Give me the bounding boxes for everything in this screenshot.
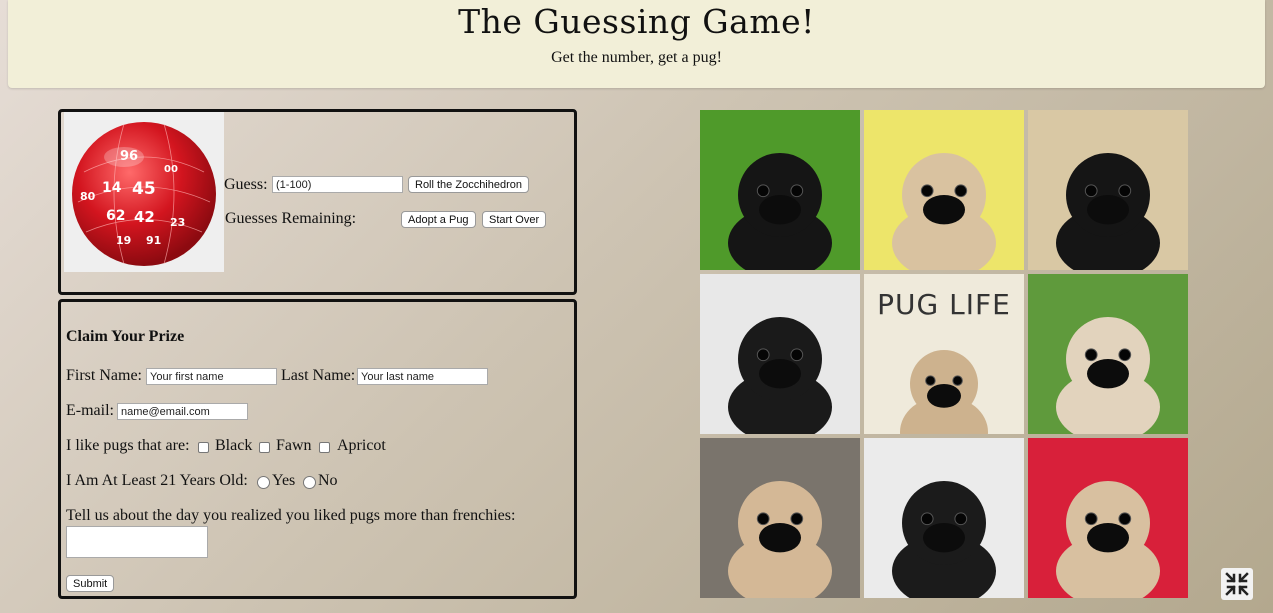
pug-party-hat-arm-photo (864, 438, 1024, 598)
svg-text:00: 00 (164, 164, 178, 175)
guesses-remaining-label: Guesses Remaining: (225, 210, 357, 227)
page-title: The Guessing Game! (458, 2, 815, 41)
page-subtitle: Get the number, get a pug! (551, 49, 722, 66)
guess-label: Guess: (224, 176, 268, 193)
fawn-puppy-grass-photo (1028, 274, 1188, 434)
svg-text:14: 14 (102, 180, 122, 196)
fawn-pug-yellow-toy-photo (864, 110, 1024, 270)
likes-label: I like pugs that are: (66, 437, 190, 454)
black-pug-grass-photo (700, 110, 860, 270)
svg-text:62: 62 (106, 208, 125, 224)
age-yes-label: Yes (272, 472, 296, 489)
black-pug-tongue-photo (1028, 110, 1188, 270)
svg-text:91: 91 (146, 234, 161, 247)
svg-text:80: 80 (80, 190, 96, 203)
black-checkbox[interactable] (198, 442, 209, 453)
story-textarea[interactable] (66, 526, 208, 558)
apricot-checkbox[interactable] (319, 442, 330, 453)
page-header: The Guessing Game! Get the number, get a… (8, 0, 1265, 88)
svg-text:45: 45 (132, 179, 156, 199)
svg-text:19: 19 (116, 234, 131, 247)
age-no-radio[interactable] (303, 476, 316, 489)
email-field[interactable] (117, 403, 248, 420)
last-name-field[interactable] (357, 368, 488, 385)
apricot-option-label: Apricot (337, 437, 386, 454)
roll-button[interactable]: Roll the Zocchihedron (408, 176, 530, 193)
pug-bowtie-red-photo (1028, 438, 1188, 598)
age-no-label: No (318, 472, 338, 489)
last-name-label: Last Name: (281, 367, 356, 384)
svg-text:42: 42 (134, 208, 155, 226)
pug-life-text: PUG LIFE (877, 288, 1011, 321)
first-name-field[interactable] (146, 368, 277, 385)
fawn-option-label: Fawn (276, 437, 312, 454)
adopt-pug-button[interactable]: Adopt a Pug (401, 211, 476, 228)
fawn-checkbox[interactable] (259, 442, 270, 453)
story-label: Tell us about the day you realized you l… (66, 507, 516, 524)
submit-button[interactable]: Submit (66, 575, 115, 592)
guess-input[interactable] (272, 176, 403, 193)
email-label: E-mail: (66, 402, 114, 419)
age-yes-radio[interactable] (257, 476, 270, 489)
pug-gallery: PUG LIFE (700, 110, 1188, 598)
black-pug-tilted-head-photo (700, 274, 860, 434)
pug-life-hoodie-photo: PUG LIFE (864, 274, 1024, 434)
svg-text:23: 23 (170, 216, 185, 229)
minimize-icon[interactable] (1221, 568, 1253, 600)
start-over-button[interactable]: Start Over (482, 211, 547, 228)
age-label: I Am At Least 21 Years Old: (66, 472, 248, 489)
black-option-label: Black (215, 437, 253, 454)
pug-fence-photo (700, 438, 860, 598)
first-name-label: First Name: (66, 367, 142, 384)
prize-form: Claim Your Prize First Name: Last Name: … (58, 299, 577, 599)
guessing-panel: 96 14 45 62 42 19 91 23 80 00 Guess: Rol… (58, 109, 577, 295)
zocchihedron-dice-image: 96 14 45 62 42 19 91 23 80 00 (64, 112, 224, 272)
prize-heading: Claim Your Prize (66, 328, 185, 345)
